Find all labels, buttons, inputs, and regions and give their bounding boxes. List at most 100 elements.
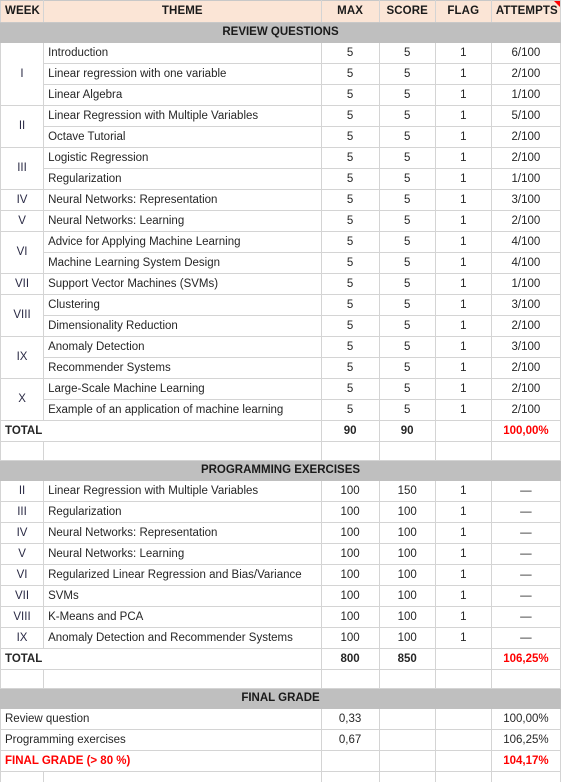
week-label[interactable]: VIII (1, 607, 44, 628)
max-cell[interactable]: 5 (321, 400, 379, 421)
final-flag[interactable] (435, 730, 491, 751)
final-grade-weight[interactable] (321, 751, 379, 772)
total-score[interactable]: 850 (379, 649, 435, 670)
score-cell[interactable]: 100 (379, 628, 435, 649)
score-cell[interactable]: 5 (379, 127, 435, 148)
max-cell[interactable]: 5 (321, 274, 379, 295)
week-label[interactable]: III (1, 502, 44, 523)
week-label[interactable]: VII (1, 586, 44, 607)
attempts-cell[interactable]: 2/100 (491, 358, 560, 379)
flag-cell[interactable]: 1 (435, 337, 491, 358)
header-theme[interactable]: THEME (44, 1, 321, 23)
total-percentage[interactable]: 100,00% (491, 421, 560, 442)
theme-cell[interactable]: Dimensionality Reduction (44, 316, 321, 337)
total-max[interactable]: 90 (321, 421, 379, 442)
final-grade-empty[interactable] (379, 751, 435, 772)
max-cell[interactable]: 100 (321, 502, 379, 523)
max-cell[interactable]: 5 (321, 43, 379, 64)
attempts-cell[interactable]: 2/100 (491, 316, 560, 337)
attempts-cell[interactable]: 2/100 (491, 211, 560, 232)
final-result[interactable]: 106,25% (491, 730, 560, 751)
week-label[interactable]: VII (1, 274, 44, 295)
week-label[interactable]: VI (1, 232, 44, 274)
theme-cell[interactable]: Introduction (44, 43, 321, 64)
theme-cell[interactable]: K-Means and PCA (44, 607, 321, 628)
score-cell[interactable]: 5 (379, 190, 435, 211)
attempts-cell[interactable]: — (491, 607, 560, 628)
attempts-cell[interactable]: 3/100 (491, 190, 560, 211)
theme-cell[interactable]: Octave Tutorial (44, 127, 321, 148)
theme-cell[interactable]: Regularization (44, 169, 321, 190)
max-cell[interactable]: 5 (321, 106, 379, 127)
max-cell[interactable]: 5 (321, 316, 379, 337)
attempts-cell[interactable]: 3/100 (491, 295, 560, 316)
week-label[interactable]: IX (1, 628, 44, 649)
flag-cell[interactable]: 1 (435, 628, 491, 649)
flag-cell[interactable]: 1 (435, 127, 491, 148)
max-cell[interactable]: 100 (321, 628, 379, 649)
max-cell[interactable]: 5 (321, 379, 379, 400)
final-flag[interactable] (435, 709, 491, 730)
score-cell[interactable]: 5 (379, 106, 435, 127)
score-cell[interactable]: 5 (379, 169, 435, 190)
final-grade-flag[interactable] (435, 751, 491, 772)
flag-cell[interactable]: 1 (435, 544, 491, 565)
attempts-cell[interactable]: 1/100 (491, 274, 560, 295)
week-label[interactable]: I (1, 43, 44, 106)
max-cell[interactable]: 100 (321, 523, 379, 544)
score-cell[interactable]: 100 (379, 502, 435, 523)
final-empty[interactable] (379, 709, 435, 730)
score-cell[interactable]: 5 (379, 64, 435, 85)
score-cell[interactable]: 5 (379, 295, 435, 316)
score-cell[interactable]: 100 (379, 544, 435, 565)
theme-cell[interactable]: Neural Networks: Learning (44, 211, 321, 232)
total-flag[interactable] (435, 649, 491, 670)
score-cell[interactable]: 5 (379, 211, 435, 232)
total-flag[interactable] (435, 421, 491, 442)
week-label[interactable]: X (1, 379, 44, 421)
theme-cell[interactable]: Neural Networks: Representation (44, 190, 321, 211)
attempts-cell[interactable]: — (491, 481, 560, 502)
score-cell[interactable]: 5 (379, 379, 435, 400)
score-cell[interactable]: 5 (379, 232, 435, 253)
max-cell[interactable]: 5 (321, 337, 379, 358)
theme-cell[interactable]: Advice for Applying Machine Learning (44, 232, 321, 253)
score-cell[interactable]: 100 (379, 607, 435, 628)
week-label[interactable]: IV (1, 523, 44, 544)
total-percentage[interactable]: 106,25% (491, 649, 560, 670)
theme-cell[interactable]: Recommender Systems (44, 358, 321, 379)
header-max[interactable]: MAX (321, 1, 379, 23)
flag-cell[interactable]: 1 (435, 565, 491, 586)
theme-cell[interactable]: Neural Networks: Learning (44, 544, 321, 565)
attempts-cell[interactable]: — (491, 586, 560, 607)
theme-cell[interactable]: Logistic Regression (44, 148, 321, 169)
flag-cell[interactable]: 1 (435, 358, 491, 379)
header-week[interactable]: WEEK (1, 1, 44, 23)
flag-cell[interactable]: 1 (435, 400, 491, 421)
attempts-cell[interactable]: 4/100 (491, 253, 560, 274)
max-cell[interactable]: 5 (321, 148, 379, 169)
attempts-cell[interactable]: 2/100 (491, 400, 560, 421)
final-weight[interactable]: 0,67 (321, 730, 379, 751)
theme-cell[interactable]: Neural Networks: Representation (44, 523, 321, 544)
max-cell[interactable]: 5 (321, 295, 379, 316)
flag-cell[interactable]: 1 (435, 43, 491, 64)
flag-cell[interactable]: 1 (435, 607, 491, 628)
score-cell[interactable]: 5 (379, 274, 435, 295)
week-label[interactable]: II (1, 106, 44, 148)
theme-cell[interactable]: Linear Regression with Multiple Variable… (44, 481, 321, 502)
flag-cell[interactable]: 1 (435, 481, 491, 502)
attempts-cell[interactable]: 5/100 (491, 106, 560, 127)
attempts-cell[interactable]: 3/100 (491, 337, 560, 358)
max-cell[interactable]: 5 (321, 85, 379, 106)
flag-cell[interactable]: 1 (435, 85, 491, 106)
flag-cell[interactable]: 1 (435, 523, 491, 544)
theme-cell[interactable]: Large-Scale Machine Learning (44, 379, 321, 400)
score-cell[interactable]: 100 (379, 523, 435, 544)
max-cell[interactable]: 5 (321, 169, 379, 190)
grade-tracker-spreadsheet[interactable]: WEEKTHEMEMAXSCOREFLAGATTEMPTSREVIEW QUES… (0, 0, 561, 782)
max-cell[interactable]: 100 (321, 565, 379, 586)
final-weight[interactable]: 0,33 (321, 709, 379, 730)
flag-cell[interactable]: 1 (435, 316, 491, 337)
total-max[interactable]: 800 (321, 649, 379, 670)
